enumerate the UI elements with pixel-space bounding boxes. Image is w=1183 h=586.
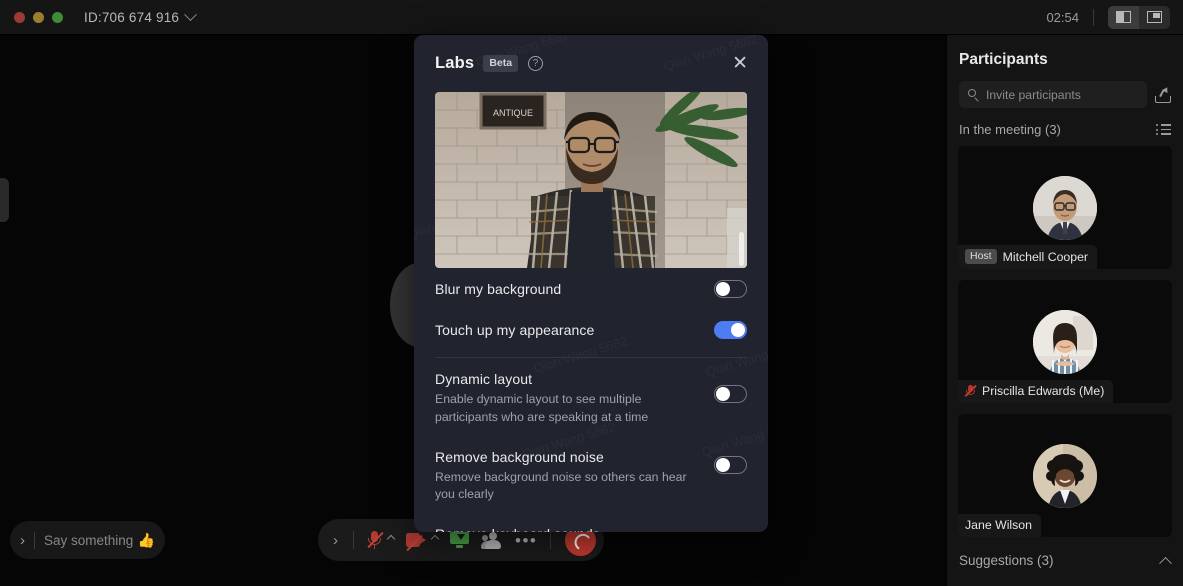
meeting-id-dropdown[interactable]: ID:706 674 916 bbox=[84, 7, 197, 25]
setting-blur-my-background[interactable]: Blur my background bbox=[435, 268, 747, 309]
microphone-muted-icon bbox=[367, 530, 384, 550]
setting-description: Remove background noise so others can he… bbox=[435, 469, 687, 502]
dynamic-layout-toggle[interactable] bbox=[714, 385, 747, 403]
panel-title: Participants bbox=[959, 51, 1048, 68]
meeting-app-window: ID:706 674 916 02:54 › Say something 👍 ›… bbox=[0, 0, 1183, 586]
side-panel-handle[interactable] bbox=[0, 178, 9, 222]
divider bbox=[550, 531, 552, 549]
setting-remove-keyboard-sounds[interactable]: Remove keyboard sounds Remove keyboard s… bbox=[435, 515, 747, 532]
search-input[interactable]: Invite participants bbox=[959, 81, 1147, 108]
avatar bbox=[1033, 443, 1097, 508]
in-the-meeting-header: In the meeting (3) bbox=[947, 108, 1183, 146]
chevron-right-icon[interactable]: › bbox=[326, 532, 345, 549]
pip-view-button[interactable] bbox=[1139, 6, 1170, 29]
participant-name: Priscilla Edwards (Me) bbox=[982, 384, 1105, 398]
share-export-icon[interactable] bbox=[1155, 85, 1171, 103]
chevron-right-icon[interactable]: › bbox=[20, 533, 25, 548]
beta-badge: Beta bbox=[483, 55, 519, 72]
remove-background-noise-toggle[interactable] bbox=[714, 455, 747, 474]
participant-card[interactable]: Priscilla Edwards (Me) bbox=[958, 280, 1172, 403]
gallery-view-button[interactable] bbox=[1108, 5, 1139, 29]
view-layout-switcher[interactable] bbox=[1108, 5, 1170, 29]
mute-button[interactable] bbox=[362, 523, 399, 557]
host-badge: Host bbox=[965, 249, 997, 264]
participants-icon bbox=[481, 531, 503, 549]
window-traffic-lights[interactable] bbox=[14, 11, 63, 23]
section-label: In the meeting (3) bbox=[959, 122, 1061, 137]
setting-label: Remove background noise bbox=[435, 448, 604, 465]
setting-label: Blur my background bbox=[435, 280, 562, 297]
touch-up-my-appearance-toggle[interactable] bbox=[714, 321, 747, 339]
say-something-bar[interactable]: › Say something 👍 bbox=[10, 521, 165, 559]
divider bbox=[353, 531, 354, 549]
suggestions-label: Suggestions (3) bbox=[959, 553, 1054, 568]
setting-label: Touch up my appearance bbox=[435, 321, 595, 338]
camera-off-icon bbox=[406, 533, 426, 552]
participants-list: Host Mitchell Cooper Priscilla Edwards (… bbox=[947, 146, 1183, 537]
participants-panel: Participants Invite participants In the … bbox=[946, 35, 1183, 586]
suggestions-header[interactable]: Suggestions (3) bbox=[947, 537, 1183, 570]
microphone-muted-icon bbox=[964, 384, 977, 398]
video-settings-caret-icon[interactable] bbox=[430, 534, 440, 544]
meeting-id-label: ID:706 674 916 bbox=[84, 9, 180, 25]
setting-remove-background-noise[interactable]: Remove background noise Remove backgroun… bbox=[435, 438, 747, 516]
dialog-title: Labs bbox=[435, 54, 475, 72]
labs-dialog-header: Labs Beta ? ✕ bbox=[414, 35, 768, 92]
picture-in-picture-icon bbox=[1147, 11, 1162, 23]
setting-label: Dynamic layout bbox=[435, 371, 533, 387]
blur-my-background-toggle[interactable] bbox=[714, 280, 747, 298]
svg-text:ANTIQUE: ANTIQUE bbox=[493, 108, 533, 118]
participant-card[interactable]: Host Mitchell Cooper bbox=[958, 146, 1172, 269]
end-call-icon bbox=[571, 530, 591, 550]
title-bar-right: 02:54 bbox=[1046, 5, 1183, 29]
list-view-icon[interactable] bbox=[1156, 124, 1171, 135]
avatar bbox=[1033, 175, 1097, 240]
chat-input-placeholder[interactable]: Say something bbox=[44, 533, 138, 548]
meeting-timer: 02:54 bbox=[1046, 9, 1079, 25]
more-options-icon: ••• bbox=[515, 530, 538, 550]
avatar bbox=[1033, 309, 1097, 374]
chevron-down-icon bbox=[184, 7, 197, 21]
divider bbox=[435, 357, 747, 358]
close-window-button[interactable] bbox=[14, 11, 25, 23]
maximize-window-button[interactable] bbox=[52, 11, 63, 23]
labs-dialog: Qian Wang 5682 Qian Wang 5682 Qian Wang … bbox=[414, 35, 768, 532]
setting-description: Enable dynamic layout to see multiple pa… bbox=[435, 392, 649, 424]
participant-label: Host Mitchell Cooper bbox=[958, 245, 1098, 269]
minimize-window-button[interactable] bbox=[33, 11, 44, 23]
title-bar: ID:706 674 916 02:54 bbox=[0, 0, 1183, 35]
share-screen-icon bbox=[450, 531, 469, 549]
setting-dynamic-layout[interactable]: Dynamic layout Enable dynamic layout to … bbox=[435, 360, 747, 438]
invite-row: Invite participants bbox=[947, 69, 1183, 108]
divider bbox=[34, 531, 35, 549]
close-icon[interactable]: ✕ bbox=[732, 54, 748, 73]
chevron-up-icon[interactable] bbox=[1159, 556, 1172, 570]
participant-name: Jane Wilson bbox=[965, 518, 1032, 532]
help-circle-icon[interactable]: ? bbox=[528, 56, 544, 71]
video-preview: ANTIQUE bbox=[435, 92, 747, 268]
search-placeholder: Invite participants bbox=[986, 87, 1081, 102]
setting-label: Remove keyboard sounds bbox=[435, 526, 696, 532]
setting-touch-up-my-appearance[interactable]: Touch up my appearance bbox=[435, 309, 747, 350]
participant-label: Jane Wilson bbox=[958, 514, 1041, 537]
labs-settings-list: Blur my background Touch up my appearanc… bbox=[414, 268, 768, 532]
participant-card[interactable]: Jane Wilson bbox=[958, 414, 1172, 537]
participant-name: Mitchell Cooper bbox=[1002, 249, 1089, 264]
participant-label: Priscilla Edwards (Me) bbox=[958, 380, 1114, 403]
gallery-view-icon bbox=[1116, 11, 1131, 23]
audio-settings-caret-icon[interactable] bbox=[386, 534, 396, 544]
thumbs-up-icon[interactable]: 👍 bbox=[138, 532, 155, 549]
search-icon bbox=[968, 89, 979, 102]
divider bbox=[1093, 8, 1094, 26]
preview-scroll-indicator bbox=[739, 232, 744, 266]
